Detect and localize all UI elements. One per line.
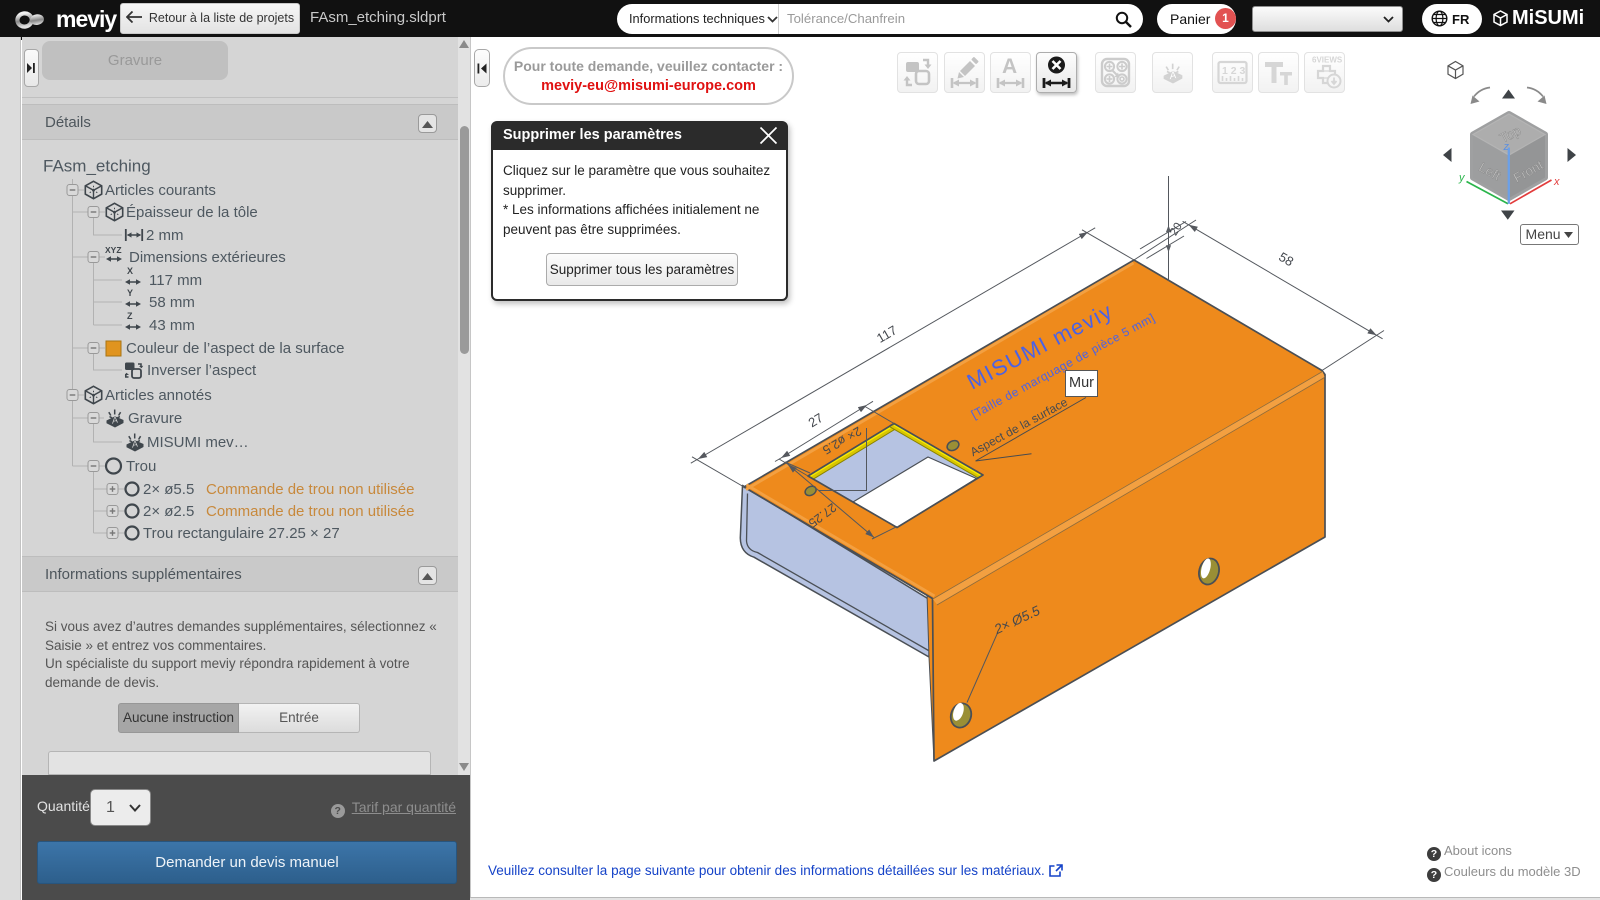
svg-text:Commande de trou non utilisée: Commande de trou non utilisée <box>206 481 414 498</box>
svg-text:Gravure: Gravure <box>128 410 182 427</box>
svg-text:Y: Y <box>127 288 133 298</box>
svg-text:117 mm: 117 mm <box>149 272 202 289</box>
svg-text:Z: Z <box>127 311 133 321</box>
svg-text:x: x <box>1553 176 1560 188</box>
svg-text:43 mm: 43 mm <box>149 317 195 334</box>
svg-text:FAsm_etching: FAsm_etching <box>43 157 151 176</box>
svg-text:58: 58 <box>1276 249 1296 269</box>
svg-text:Dimensions extérieures: Dimensions extérieures <box>129 249 286 266</box>
svg-text:Trou: Trou <box>126 458 156 475</box>
svg-text:MISUMI mev…: MISUMI mev… <box>147 434 249 451</box>
svg-text:2× ø2.5: 2× ø2.5 <box>143 503 194 520</box>
svg-text:2 mm: 2 mm <box>146 227 184 244</box>
svg-text:Trou rectangulaire 27.25 × 27: Trou rectangulaire 27.25 × 27 <box>143 525 340 542</box>
svg-text:27: 27 <box>806 410 826 430</box>
svg-text:z: z <box>1503 141 1510 153</box>
svg-text:Couleur de l’aspect de la surf: Couleur de l’aspect de la surface <box>126 340 344 357</box>
svg-text:Commande de trou non utilisée: Commande de trou non utilisée <box>206 503 414 520</box>
svg-text:X: X <box>127 266 133 276</box>
svg-text:Articles annotés: Articles annotés <box>105 387 212 404</box>
svg-text:Articles courants: Articles courants <box>105 182 216 199</box>
svg-text:2× ø5.5: 2× ø5.5 <box>143 481 194 498</box>
svg-text:Inverser l’aspect: Inverser l’aspect <box>147 362 257 379</box>
svg-text:117: 117 <box>874 322 899 345</box>
svg-text:y: y <box>1458 172 1466 184</box>
svg-text:Épaisseur de la tôle: Épaisseur de la tôle <box>126 204 258 221</box>
svg-text:58 mm: 58 mm <box>149 294 195 311</box>
svg-text:XYZ: XYZ <box>105 245 122 255</box>
